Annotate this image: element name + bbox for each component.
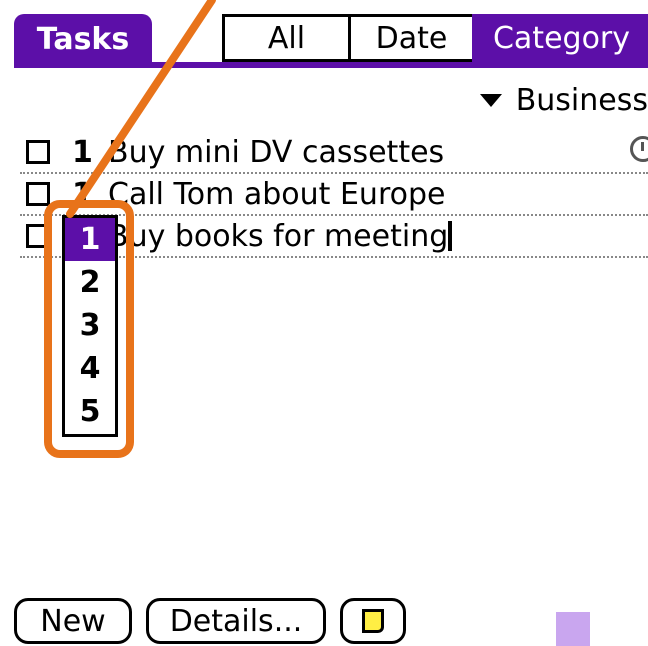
graffiti-shift-indicator: [556, 612, 590, 646]
task-description-text: Buy books for meeting: [108, 218, 449, 254]
alarm-clock-icon: [630, 136, 648, 162]
text-cursor: [448, 220, 453, 251]
triangle-down-icon: [479, 93, 502, 107]
task-description[interactable]: Call Tom about Europe: [108, 177, 445, 212]
tab-category[interactable]: Category: [472, 14, 648, 62]
tab-date[interactable]: Date: [348, 14, 472, 62]
task-description[interactable]: Buy mini DV cassettes: [108, 135, 444, 170]
tab-all[interactable]: All: [222, 14, 348, 62]
note-icon: [362, 609, 384, 633]
new-button[interactable]: New: [14, 598, 132, 644]
task-description-editing[interactable]: Buy books for meeting: [108, 218, 453, 254]
task-checkbox[interactable]: [26, 182, 50, 206]
task-priority[interactable]: 1: [72, 135, 98, 170]
view-tabs: All Date Category: [222, 14, 648, 62]
tasks-screen: Tasks All Date Category Business 1 Buy m…: [0, 0, 648, 646]
callout-highlight-box: [44, 200, 134, 458]
task-row[interactable]: 1 Buy mini DV cassettes: [20, 132, 648, 174]
title-bar-rule: [14, 62, 648, 68]
category-selector-value: Business: [515, 82, 648, 118]
task-checkbox[interactable]: [26, 140, 50, 164]
app-title: Tasks: [14, 14, 152, 64]
note-button[interactable]: [340, 598, 406, 644]
category-selector[interactable]: Business: [479, 80, 648, 120]
details-button[interactable]: Details...: [146, 598, 326, 644]
